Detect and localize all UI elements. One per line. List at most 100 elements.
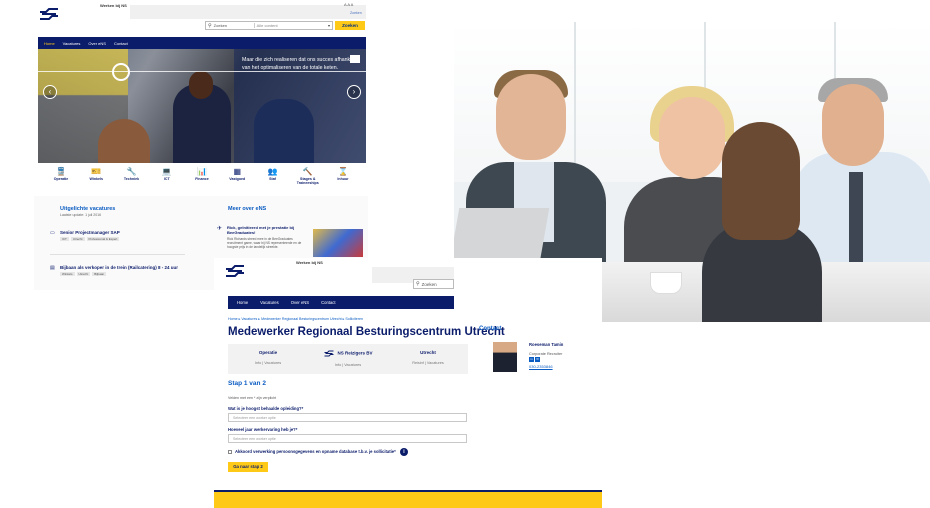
boxes-icon: ▦: [233, 167, 242, 176]
chevron-down-icon: ▾: [327, 23, 330, 28]
info-links[interactable]: Info | Vacatures: [308, 363, 388, 367]
category-icons: 🚆 Operatie 🎫 Winkels 🔧 Techniek 💻 ICT 📊 Finance ▦ V…: [38, 166, 366, 188]
contact-social: in ✉: [529, 357, 540, 362]
photo-person: [496, 74, 566, 160]
search-bar[interactable]: ⚲ Zoeken Alle content ▾: [205, 21, 333, 30]
job-item[interactable]: ▤ Bijbaan als verkoper in de trein (Rail…: [50, 265, 185, 276]
category-techniek[interactable]: 🔧 Techniek: [117, 166, 147, 188]
nav-home[interactable]: Home: [44, 41, 55, 46]
search-input[interactable]: Zoeken: [214, 23, 254, 28]
werken-bij-ns-label: Werken bij NS: [100, 3, 127, 8]
search-scope-select[interactable]: Alle content: [253, 23, 328, 28]
category-ict[interactable]: 💻 ICT: [152, 166, 182, 188]
featured-vacancies-title: Uitgelichte vacatures: [60, 206, 116, 212]
ticket-icon: 🎫: [91, 167, 102, 176]
search-icon: ⚲: [208, 22, 212, 29]
question-experience: Hoeveel jaar werkervaring heb je?*: [228, 427, 298, 432]
linkedin-icon[interactable]: in: [529, 357, 534, 362]
category-label: Stages & Traineeships: [296, 177, 319, 185]
category-label: Staf: [269, 177, 276, 181]
hammer-icon: 🔨: [302, 167, 313, 176]
job-title[interactable]: Bijbaan als verkoper in de trein (Railca…: [60, 265, 185, 270]
nav-vacatures[interactable]: Vacatures: [260, 300, 279, 305]
info-icon[interactable]: i: [400, 448, 408, 456]
font-size-controls[interactable]: A A A: [344, 2, 353, 7]
photo-person: [849, 172, 863, 272]
nav-home[interactable]: Home: [237, 300, 248, 305]
category-operatie[interactable]: 🚆 Operatie: [46, 166, 76, 188]
carousel-prev-button[interactable]: ‹: [43, 85, 57, 99]
footer-bar: [214, 490, 602, 508]
question-education: Wat is je hoogst behaalde opleiding?*: [228, 406, 304, 411]
category-label: Winkels: [89, 177, 104, 181]
info-heading: Operatie: [258, 350, 278, 355]
category-staf[interactable]: 👥 Staf: [258, 166, 288, 188]
next-step-button[interactable]: Ga naar stap 2: [228, 462, 268, 472]
job-tag: ICT: [60, 237, 69, 241]
nav-vacatures[interactable]: Vacatures: [63, 41, 81, 46]
info-links[interactable]: Info | Vacatures: [228, 361, 308, 365]
hero-person: [189, 71, 213, 99]
mail-icon[interactable]: ✉: [535, 357, 540, 362]
category-finance[interactable]: 📊 Finance: [187, 166, 217, 188]
contact-title: Contact: [479, 326, 502, 332]
news-body: Rick Richards streed mee in de BeeGradua…: [227, 237, 302, 250]
ns-logo-icon[interactable]: [224, 264, 246, 278]
category-label: Techniek: [123, 177, 140, 181]
page-title: Medewerker Regionaal Besturingscentrum U…: [228, 326, 505, 338]
category-label: Operatie: [53, 177, 69, 181]
category-label: Finance: [195, 177, 209, 181]
education-select[interactable]: Selecteer een worker optie: [228, 413, 467, 422]
contact-phone[interactable]: 030-2353846: [529, 364, 553, 369]
ns-logo-icon[interactable]: [38, 7, 60, 21]
info-heading: Utrecht: [420, 350, 436, 355]
category-label: ICT: [163, 177, 170, 181]
main-nav: Home Vacatures Over eNS Contact: [228, 296, 454, 309]
zoeken-link[interactable]: Zoeken: [350, 11, 362, 15]
photo-person: [822, 84, 884, 166]
megaphone-icon: ✈: [217, 226, 223, 232]
nav-over-ens[interactable]: Over eNS: [291, 300, 309, 305]
category-inhuur[interactable]: ⌛ Inhuur: [328, 166, 358, 188]
info-heading: NS Reizigers BV: [337, 350, 373, 356]
info-links[interactable]: Reisinf | Vacatures: [388, 361, 468, 365]
avatar: [493, 342, 517, 372]
hero-thumbnail[interactable]: [350, 55, 360, 63]
hero-circle: [112, 63, 130, 81]
info-heading-wrap: NS Reizigers BV: [308, 350, 388, 357]
featured-vacancies-date: Laatste update: 1 juli 2016: [60, 213, 102, 217]
category-stages-traineeships[interactable]: 🔨 Stages & Traineeships: [293, 166, 323, 188]
photo-cup: [650, 272, 682, 294]
job-item[interactable]: ▭ Senior Projectmanager SAP ICT Utrecht …: [50, 230, 185, 241]
info-column-operatie: Operatie Info | Vacatures: [228, 350, 308, 365]
news-image: [313, 229, 363, 257]
consent-checkbox[interactable]: [228, 450, 232, 454]
train-icon: 🚆: [56, 167, 66, 176]
experience-select[interactable]: Selecteer een worker optie: [228, 434, 467, 443]
job-tag: Utrecht: [76, 272, 91, 276]
search-input[interactable]: Zoeken: [422, 282, 437, 287]
contact-name: Roeseman Tamin: [529, 342, 564, 347]
search-bar[interactable]: ⚲ Zoeken: [413, 279, 454, 289]
hero-quote: Maar die zich realiseren dat ons succes …: [242, 57, 352, 71]
search-button[interactable]: Zoeken: [335, 21, 365, 30]
nav-contact[interactable]: Contact: [114, 41, 128, 46]
news-title[interactable]: Rick, geïnitieerd met je prestatie bij B…: [227, 225, 311, 235]
category-label: Vastgoed: [229, 177, 246, 181]
werken-bij-ns-label: Werken bij NS: [296, 260, 323, 265]
carousel-next-button[interactable]: ›: [347, 85, 361, 99]
breadcrumb[interactable]: Home ▸ Vacatures ▸ Medewerker Regionaal …: [228, 317, 363, 321]
hero-banner: Maar die zich realiseren dat ons succes …: [38, 49, 366, 163]
news-item[interactable]: ✈ Rick, geïnitieerd met je prestatie bij…: [217, 225, 367, 261]
job-title[interactable]: Senior Projectmanager SAP: [60, 230, 185, 235]
laptop-icon: ▭: [50, 230, 55, 236]
hourglass-icon: ⌛: [338, 167, 348, 176]
category-winkels[interactable]: 🎫 Winkels: [81, 166, 111, 188]
info-column-location: Utrecht Reisinf | Vacatures: [388, 350, 468, 365]
nav-contact[interactable]: Contact: [321, 300, 335, 305]
required-note: Velden met een * zijn verplicht: [228, 396, 277, 400]
category-vastgoed[interactable]: ▦ Vastgoed: [222, 166, 252, 188]
nav-over-ens[interactable]: Over eNS: [88, 41, 106, 46]
meer-over-title: Meer over eNS: [228, 206, 267, 212]
photo-person: [659, 97, 725, 179]
